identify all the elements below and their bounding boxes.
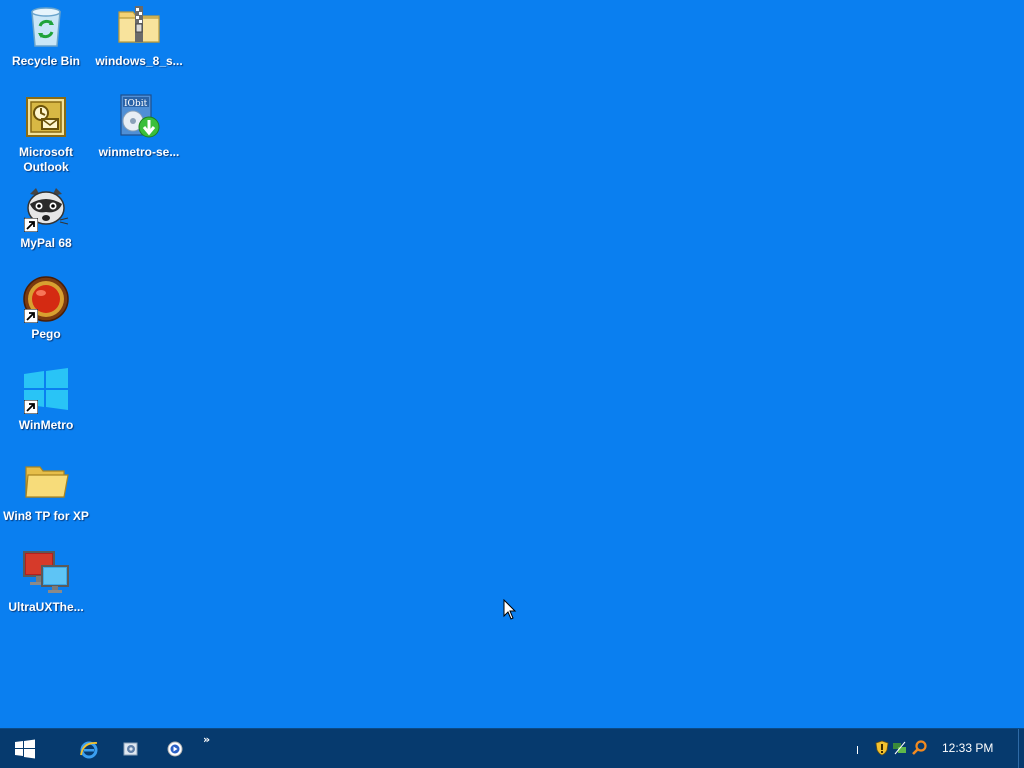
desktop-icon-ultrauxtheme[interactable]: UltraUXThe... — [0, 548, 92, 615]
desktop-icon-label: Win8 TP for XP — [3, 509, 89, 523]
media-player-icon[interactable] — [165, 739, 185, 759]
desktop-icon-mypal-68[interactable]: MyPal 68 — [0, 184, 92, 251]
mouse-cursor-icon — [503, 599, 517, 620]
outlook-icon — [22, 93, 70, 141]
desktop-icon-win8-tp-folder[interactable]: Win8 TP for XP — [0, 457, 92, 524]
taskbar-clock[interactable]: 12:33 PM — [942, 741, 993, 755]
pego-icon — [22, 275, 70, 323]
network-icon[interactable] — [892, 740, 908, 756]
desktop-icon-winmetro-setup[interactable]: IObit winmetro-se... — [93, 93, 185, 160]
internet-explorer-icon[interactable] — [79, 739, 99, 759]
show-desktop-button[interactable] — [1018, 729, 1024, 768]
desktop-icon-label: windows_8_s... — [95, 54, 183, 68]
shortcut-arrow-icon — [24, 309, 38, 323]
desktop-icon-windows-8-zip[interactable]: windows_8_s... — [93, 2, 185, 69]
quick-launch-overflow-button[interactable]: » — [203, 733, 210, 746]
desktop-icon-label: Microsoft Outlook — [19, 145, 73, 174]
desktop-icon-label: MyPal 68 — [20, 236, 72, 250]
folder-icon — [22, 457, 70, 505]
desktop-icon-label: Pego — [31, 327, 61, 341]
desktop-icon-label: Recycle Bin — [11, 54, 81, 68]
mypal-raccoon-icon — [22, 184, 70, 232]
desktop-icon-label: winmetro-se... — [98, 145, 180, 159]
desktop-icon-label: UltraUXThe... — [8, 600, 84, 614]
svg-text:IObit: IObit — [124, 99, 148, 109]
desktop-icon-recycle-bin[interactable]: Recycle Bin — [0, 2, 92, 69]
settings-app-icon[interactable] — [121, 739, 141, 759]
monitor-icon — [22, 548, 70, 596]
windows-start-icon[interactable] — [14, 739, 36, 759]
zip-folder-icon — [115, 2, 163, 50]
recycle-bin-icon — [22, 2, 70, 50]
shortcut-arrow-icon — [24, 400, 38, 414]
iobit-installer-icon: IObit — [115, 93, 163, 141]
windows-logo-icon — [22, 366, 70, 414]
tray-separator — [857, 746, 858, 754]
desktop-icon-microsoft-outlook[interactable]: Microsoft Outlook — [0, 93, 92, 175]
desktop-icon-pego[interactable]: Pego — [0, 275, 92, 342]
shortcut-arrow-icon — [24, 218, 38, 232]
taskbar: » 12:33 PM — [0, 728, 1024, 768]
search-tray-icon[interactable] — [911, 740, 927, 756]
desktop[interactable]: Recycle Bin windows_8_s... Microsoft Out… — [0, 0, 1024, 728]
desktop-icon-winmetro[interactable]: WinMetro — [0, 366, 92, 433]
security-shield-icon[interactable] — [874, 740, 890, 756]
desktop-icon-label: WinMetro — [18, 418, 74, 432]
